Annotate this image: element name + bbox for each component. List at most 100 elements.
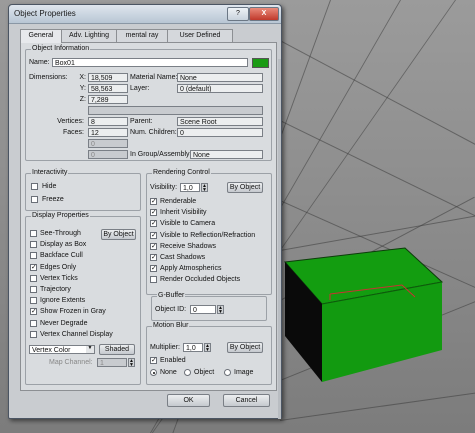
- checkbox-label: Inherit Visibility: [160, 209, 207, 217]
- tab-user-defined[interactable]: User Defined: [167, 29, 233, 42]
- dialog-title: Object Properties: [14, 9, 76, 18]
- freeze-label: Freeze: [42, 196, 64, 203]
- tab-general[interactable]: General: [20, 29, 62, 43]
- vertices-value: 8: [88, 117, 128, 126]
- checkbox-edges-only[interactable]: ✓: [30, 263, 37, 271]
- object-color-swatch[interactable]: [252, 58, 269, 68]
- shaded-button[interactable]: Shaded: [99, 344, 135, 355]
- dialog-scrollbar[interactable]: [278, 59, 281, 419]
- map-channel-label: Map Channel:: [49, 359, 93, 366]
- dimension-bar: [88, 106, 263, 115]
- general-panel: Object Information Name: Box01 Dimension…: [20, 42, 277, 391]
- name-input[interactable]: Box01: [52, 58, 248, 67]
- object-properties-dialog: Object Properties ? X General Adv. Light…: [8, 4, 282, 419]
- name-label: Name:: [29, 59, 50, 66]
- checkbox-ignore-extents[interactable]: [30, 297, 37, 305]
- checkbox-visible-to-reflection-refraction[interactable]: ✓: [150, 231, 157, 239]
- object-id-spinner[interactable]: ▲ ▼: [217, 305, 224, 315]
- checkbox-label: Trajectory: [40, 286, 71, 293]
- dimensions-label: Dimensions:: [29, 74, 68, 81]
- checkbox-receive-shadows[interactable]: ✓: [150, 242, 157, 250]
- blank-value-2: 0: [88, 150, 128, 159]
- radio-image[interactable]: [224, 369, 231, 376]
- checkbox-label: Visible to Camera: [160, 220, 216, 228]
- map-channel-input[interactable]: 1: [97, 358, 127, 367]
- checkbox-label: Render Occluded Objects: [160, 276, 241, 284]
- num-children-label: Num. Children:: [130, 129, 177, 136]
- interactivity-label: Interactivity: [31, 169, 69, 176]
- enabled-checkbox[interactable]: ✓: [150, 357, 157, 364]
- rendering-control-label: Rendering Control: [152, 169, 211, 176]
- checkbox-inherit-visibility[interactable]: ✓: [150, 209, 157, 217]
- checkbox-label: Receive Shadows: [160, 242, 217, 250]
- checkbox-render-occluded-objects[interactable]: [150, 276, 157, 284]
- rendering-by-object-button[interactable]: By Object: [227, 182, 263, 193]
- checkbox-apply-atmospherics[interactable]: ✓: [150, 265, 157, 273]
- checkbox-visible-to-camera[interactable]: ✓: [150, 220, 157, 228]
- checkbox-label: Visible to Reflection/Refraction: [160, 231, 256, 239]
- num-children-value: 0: [177, 128, 263, 137]
- multiplier-input[interactable]: 1,0: [183, 343, 203, 352]
- visibility-input[interactable]: 1,0: [180, 183, 200, 192]
- checkbox-cast-shadows[interactable]: ✓: [150, 254, 157, 261]
- tab-adv-lighting[interactable]: Adv. Lighting: [61, 29, 117, 42]
- map-channel-spinner[interactable]: ▲ ▼: [128, 358, 135, 368]
- hide-label: Hide: [42, 183, 57, 190]
- checkbox-display-as-box[interactable]: [30, 241, 37, 249]
- visibility-spinner[interactable]: ▲ ▼: [201, 183, 208, 193]
- checkbox-label: Cast Shadows: [160, 254, 206, 261]
- parent-value: Scene Root: [177, 117, 263, 126]
- material-name-value: None: [177, 73, 263, 82]
- checkbox-see-through[interactable]: [30, 230, 37, 237]
- faces-label: Faces:: [62, 129, 84, 136]
- close-button[interactable]: X: [249, 7, 279, 21]
- object-id-label: Object ID:: [155, 306, 187, 313]
- z-value: 7,289: [88, 95, 128, 104]
- interactivity-group: Interactivity Hide Freeze: [25, 169, 141, 211]
- hide-checkbox[interactable]: [31, 183, 38, 190]
- radio-object[interactable]: [184, 369, 191, 376]
- title-bar[interactable]: Object Properties ? X: [9, 5, 281, 24]
- y-value: 58,563: [88, 84, 128, 93]
- checkbox-renderable[interactable]: ✓: [150, 198, 157, 205]
- multiplier-spinner[interactable]: ▲ ▼: [204, 343, 211, 353]
- help-button[interactable]: ?: [227, 7, 249, 21]
- checkbox-show-frozen-in-gray[interactable]: ✓: [30, 308, 37, 316]
- chevron-down-icon: ▼: [86, 345, 94, 353]
- parent-label: Parent:: [130, 118, 153, 125]
- display-by-object-button[interactable]: By Object: [101, 229, 136, 240]
- layer-label: Layer:: [130, 85, 150, 92]
- cancel-button[interactable]: Cancel: [223, 394, 270, 407]
- checkbox-vertex-channel-display[interactable]: [30, 330, 37, 338]
- tab-mental-ray[interactable]: mental ray: [116, 29, 168, 42]
- visibility-label: Visibility:: [150, 184, 178, 191]
- ok-button[interactable]: OK: [167, 394, 210, 407]
- motion-blur-by-object-button[interactable]: By Object: [227, 342, 263, 353]
- x-label: X:: [79, 74, 86, 81]
- motion-blur-label: Motion Blur: [152, 322, 190, 329]
- blank-value-1: 0: [88, 139, 128, 148]
- multiplier-label: Multiplier:: [150, 344, 180, 351]
- material-name-label: Material Name:: [130, 74, 178, 81]
- motion-blur-group: Motion Blur Multiplier: 1,0 ▲ ▼ By Object…: [146, 322, 272, 385]
- checkbox-backface-cull[interactable]: [30, 252, 37, 260]
- checkbox-trajectory[interactable]: [30, 286, 37, 293]
- object-id-input[interactable]: 0: [190, 305, 216, 314]
- z-label: Z:: [79, 96, 86, 103]
- checkbox-label: Vertex Ticks: [40, 274, 78, 282]
- radio-object-label: Object: [194, 369, 215, 376]
- freeze-checkbox[interactable]: [31, 196, 38, 203]
- x-value: 18,509: [88, 73, 128, 82]
- checkbox-label: Vertex Channel Display: [40, 330, 113, 338]
- checkbox-never-degrade[interactable]: [30, 319, 37, 327]
- checkbox-label: Edges Only: [40, 263, 77, 271]
- radio-none[interactable]: [150, 369, 157, 376]
- layer-value: 0 (default): [177, 84, 263, 93]
- checkbox-label: Backface Cull: [40, 252, 83, 260]
- radio-image-label: Image: [234, 369, 254, 376]
- faces-value: 12: [88, 128, 128, 137]
- enabled-label: Enabled: [160, 357, 186, 364]
- checkbox-label: See-Through: [40, 230, 81, 237]
- checkbox-vertex-ticks[interactable]: [30, 274, 37, 282]
- checkbox-label: Show Frozen in Gray: [40, 308, 106, 316]
